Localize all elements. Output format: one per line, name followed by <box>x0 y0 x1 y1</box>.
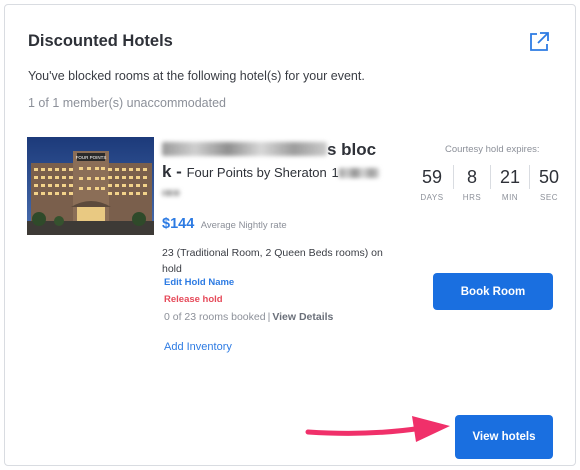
hotel-brand-name: Four Points by Sheraton <box>186 165 327 180</box>
redacted-text <box>338 168 379 178</box>
minutes-label: MIN <box>501 193 519 202</box>
redacted-text <box>162 142 327 156</box>
release-hold-link[interactable]: Release hold <box>164 294 223 305</box>
price-label: Average Nightly rate <box>200 220 287 231</box>
rooms-on-hold: 23 (Traditional Room, 2 Queen Beds rooms… <box>162 247 383 275</box>
countdown-divider <box>453 165 454 189</box>
minutes-value: 21 <box>499 167 521 187</box>
view-hotels-button[interactable]: View hotels <box>455 415 553 459</box>
hotel-sign: FOUR POINTS <box>76 155 107 160</box>
view-details-link[interactable]: View Details <box>272 311 333 323</box>
annotation-arrow-icon <box>305 416 450 442</box>
seconds-label: SEC <box>540 193 558 202</box>
edit-hold-name-link[interactable]: Edit Hold Name <box>164 277 234 288</box>
add-inventory-link[interactable]: Add Inventory <box>164 341 232 353</box>
hotel-image: FOUR POINTS <box>27 137 154 235</box>
external-link-icon[interactable] <box>527 30 551 54</box>
hotel-name-line1: s bloc <box>327 140 377 159</box>
redacted-text <box>162 190 180 196</box>
card-title: Discounted Hotels <box>28 32 173 50</box>
hotel-block-name: s bloc k - Four Points by Sheraton 1 <box>162 139 402 206</box>
courtesy-hold-label: Courtesy hold expires: <box>445 144 540 155</box>
seconds-value: 50 <box>538 167 560 187</box>
rooms-booked: 0 of 23 rooms booked <box>164 311 266 323</box>
intro-text: You've blocked rooms at the following ho… <box>28 69 365 83</box>
countdown-days: 59 DAYS <box>415 165 449 211</box>
countdown-seconds: 50 SEC <box>536 165 562 211</box>
hours-label: HRS <box>462 193 482 202</box>
price-row: $144 Average Nightly rate <box>162 215 287 233</box>
hours-value: 8 <box>466 167 477 187</box>
days-label: DAYS <box>420 193 444 202</box>
days-value: 59 <box>421 167 443 187</box>
countdown-hours: 8 HRS <box>460 165 484 211</box>
countdown-divider <box>529 165 530 189</box>
countdown-timer: 59 DAYS 8 HRS 21 MIN 50 SEC <box>415 165 562 211</box>
countdown-divider <box>490 165 491 189</box>
countdown-minutes: 21 MIN <box>497 165 523 211</box>
unaccommodated-count: 1 of 1 member(s) unaccommodated <box>28 96 227 110</box>
rooms-booked-row: 0 of 23 rooms booked | View Details <box>164 311 334 323</box>
discounted-hotels-card: Discounted Hotels You've blocked rooms a… <box>4 4 576 466</box>
nightly-price: $144 <box>162 216 195 232</box>
hotel-name-line2: k - <box>162 162 182 181</box>
book-room-button[interactable]: Book Room <box>433 273 553 310</box>
hotel-brand-tail: 1 <box>331 165 339 180</box>
